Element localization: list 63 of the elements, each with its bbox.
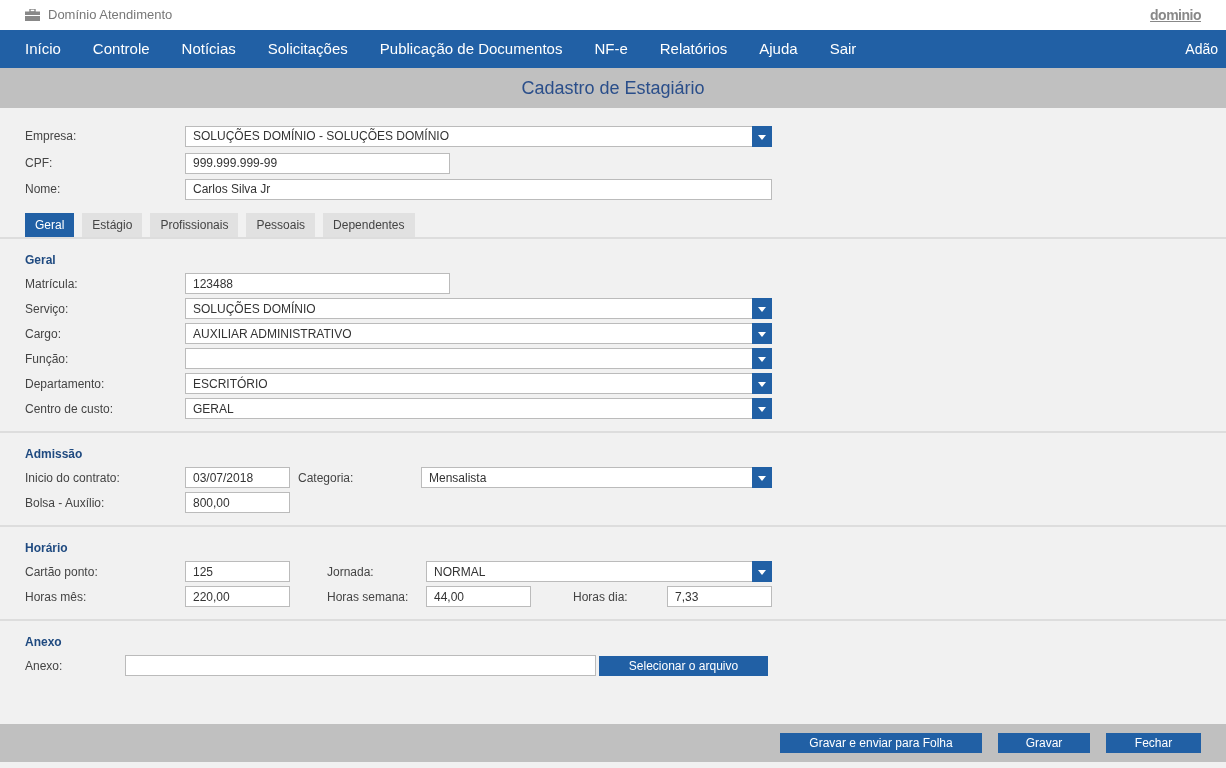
field-label: Função: [25,350,70,368]
select-field[interactable]: ESCRITÓRIO [185,373,772,394]
input-field[interactable]: 220,00 [185,586,290,607]
app-title: Domínio Atendimento [48,6,173,25]
field-label: Empresa: [25,128,78,145]
select-field[interactable]: GERAL [185,398,772,419]
tab[interactable]: Pessoais [246,213,316,237]
input-field[interactable]: 7,33 [667,586,772,607]
input-field[interactable] [125,655,596,676]
field-label: Horas dia: [573,588,629,606]
input-field[interactable]: 125 [185,561,290,582]
select-field[interactable]: SOLUÇÕES DOMÍNIO [185,298,772,319]
field-label: Categoria: [298,469,355,487]
nav-link[interactable]: Relatórios [659,37,728,61]
field-label: Centro de custo: [25,400,115,418]
save-button[interactable]: Gravar [998,733,1090,753]
input-field[interactable]: Carlos Silva Jr [185,178,772,200]
field-label: Horas semana: [327,588,410,606]
nav-link[interactable]: Início [25,37,61,61]
select-field[interactable]: Mensalista [421,467,772,488]
input-field[interactable]: 999.999.999-99 [185,152,450,174]
field-label: Cartão ponto: [25,563,99,581]
input-field[interactable]: 123488 [185,273,450,294]
nav-link[interactable]: Controle [92,37,150,61]
section-title: Anexo [25,634,63,651]
field-label: Departamento: [25,375,106,393]
nav-link[interactable]: Sair [829,37,857,61]
tab[interactable]: Dependentes [323,213,415,237]
input-field[interactable]: 44,00 [426,586,531,607]
nav-link[interactable]: NF-e [594,37,628,61]
section-title: Geral [25,252,57,269]
close-button[interactable]: Fechar [1106,733,1201,753]
user-name[interactable]: Adão [1185,38,1218,60]
field-label: Matrícula: [25,275,79,293]
input-field[interactable]: 800,00 [185,492,290,513]
select-field[interactable]: AUXILIAR ADMINISTRATIVO [185,323,772,344]
briefcase-icon [25,9,40,21]
nav-link[interactable]: Publicação de Documentos [379,37,563,61]
save-and-send-button[interactable]: Gravar e enviar para Folha [780,733,982,753]
section-title: Admissão [25,446,84,463]
field-label: Inicio do contrato: [25,469,121,487]
section-title: Horário [25,540,69,557]
field-label: CPF: [25,155,54,172]
select-field[interactable]: NORMAL [426,561,772,582]
tab[interactable]: Profissionais [150,213,239,237]
select-field[interactable] [185,348,772,369]
field-label: Cargo: [25,325,63,343]
input-field[interactable]: 03/07/2018 [185,467,290,488]
field-label: Anexo: [25,657,64,675]
select-field[interactable]: SOLUÇÕES DOMÍNIO - SOLUÇÕES DOMÍNIO [185,125,772,147]
nav-link[interactable]: Notícias [181,37,236,61]
field-label: Jornada: [327,563,375,581]
field-label: Bolsa - Auxílio: [25,494,106,512]
tab[interactable]: Geral [25,213,75,237]
page-title: Cadastro de Estagiário [521,76,705,100]
nav-link[interactable]: Ajuda [759,37,798,61]
field-label: Serviço: [25,300,70,318]
nav-link[interactable]: Solicitações [267,37,348,61]
tab[interactable]: Estágio [82,213,143,237]
field-label: Horas mês: [25,588,88,606]
select-file-button[interactable]: Selecionar o arquivo [599,655,768,676]
logo: dominio [1150,5,1201,25]
field-label: Nome: [25,181,62,198]
